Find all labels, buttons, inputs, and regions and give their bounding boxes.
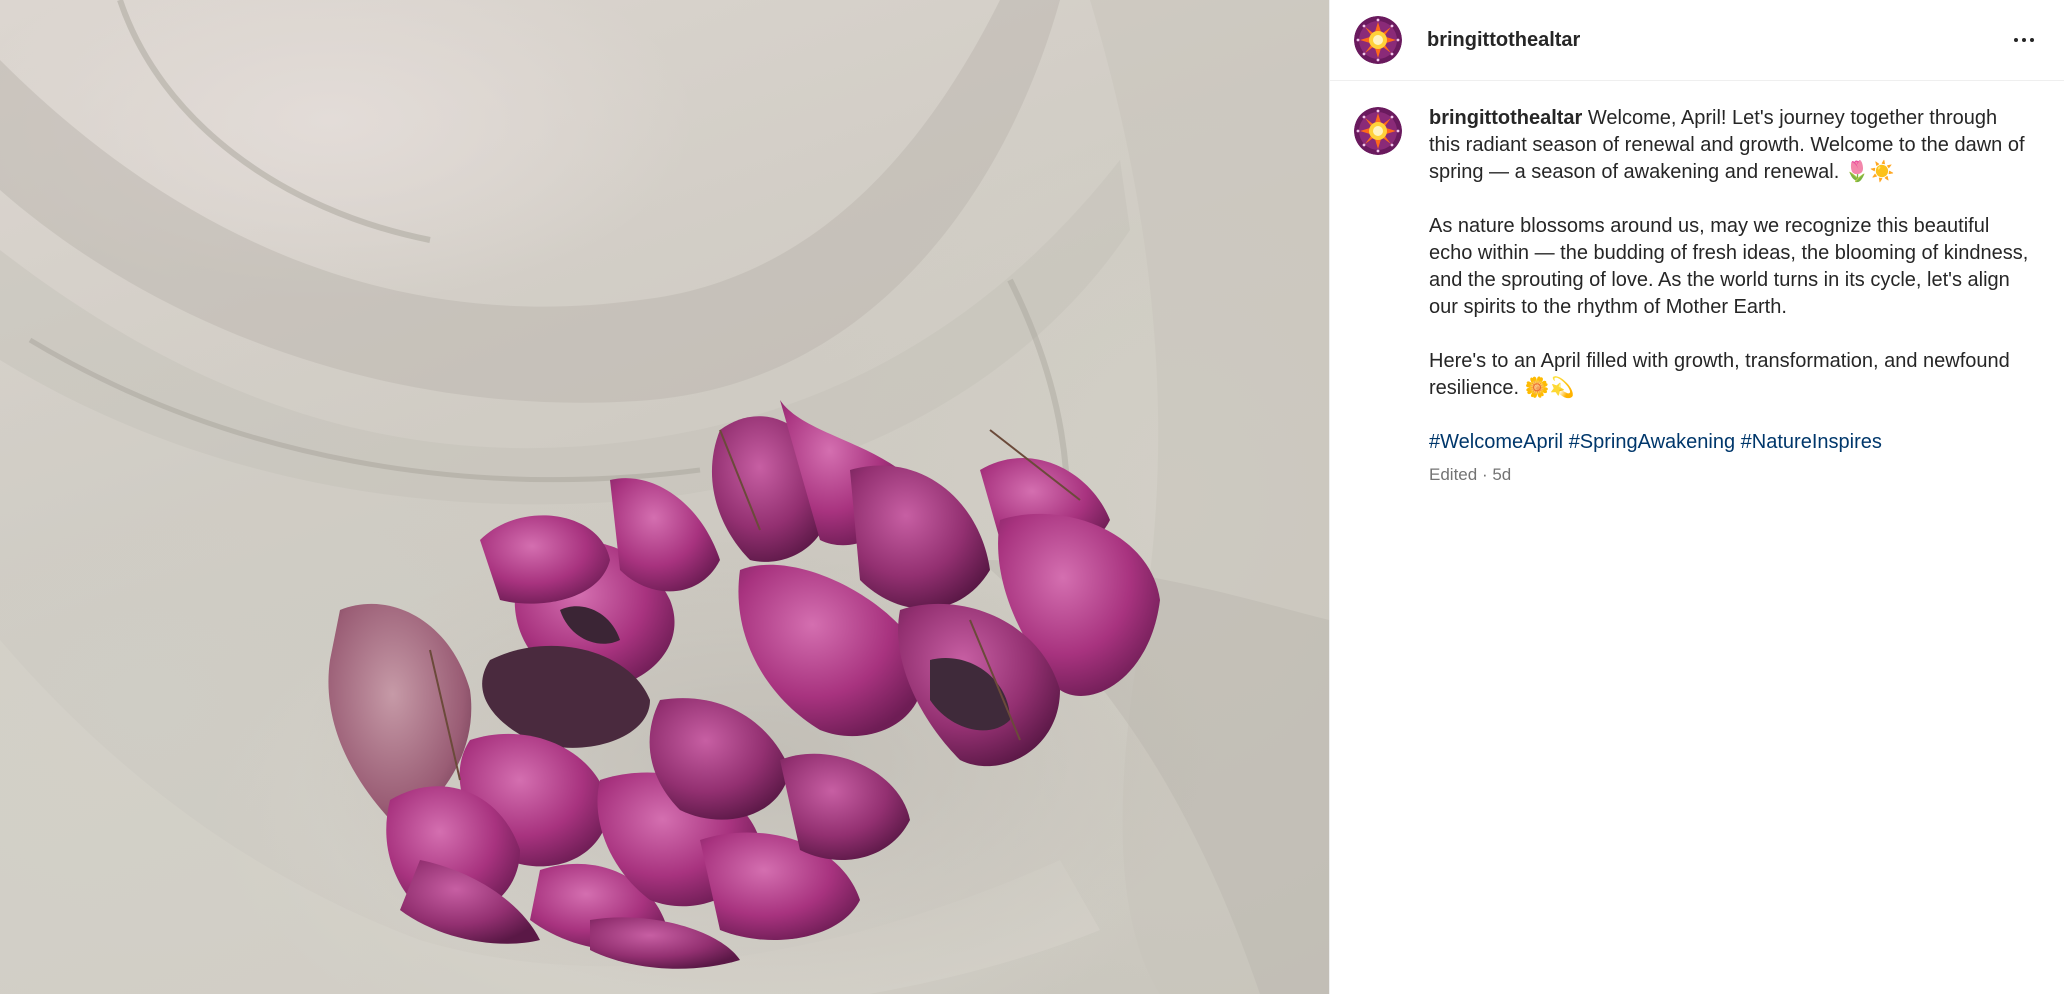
- post-view: bringittothealtar bringittothealtar Welc…: [0, 0, 2064, 994]
- post-meta: Edited · 5d: [1429, 464, 2033, 486]
- hashtag-link[interactable]: #NatureInspires: [1741, 431, 1882, 453]
- hashtag-list: #WelcomeApril #SpringAwakening #NatureIn…: [1429, 429, 2033, 456]
- stone-hand-with-petals-image: [0, 0, 1329, 994]
- hashtag-link[interactable]: #WelcomeApril: [1429, 431, 1563, 453]
- edited-label: Edited: [1429, 465, 1478, 484]
- caption-username[interactable]: bringittothealtar: [1429, 107, 1582, 129]
- more-options-button[interactable]: [2006, 22, 2042, 58]
- caption-paragraph: bringittothealtar Welcome, April! Let's …: [1429, 105, 2033, 186]
- post-photo[interactable]: [0, 0, 1329, 994]
- caption-paragraph: Here's to an April filled with growth, t…: [1429, 350, 2010, 399]
- sun-logo-icon: [1354, 107, 1402, 155]
- caption-comment: bringittothealtar Welcome, April! Let's …: [1330, 81, 2064, 486]
- caption-avatar[interactable]: [1354, 107, 1402, 155]
- post-details-panel: bringittothealtar bringittothealtar Welc…: [1329, 0, 2064, 994]
- avatar[interactable]: [1354, 16, 1402, 64]
- caption-text: bringittothealtar Welcome, April! Let's …: [1429, 105, 2033, 486]
- more-horizontal-icon: [2014, 38, 2018, 42]
- header-username[interactable]: bringittothealtar: [1427, 29, 2006, 52]
- caption-paragraph: As nature blossoms around us, may we rec…: [1429, 215, 2029, 318]
- post-header: bringittothealtar: [1330, 0, 2064, 81]
- post-age[interactable]: 5d: [1492, 465, 1511, 484]
- sun-logo-icon: [1354, 16, 1402, 64]
- hashtag-link[interactable]: #SpringAwakening: [1569, 431, 1735, 453]
- meta-separator: ·: [1481, 465, 1488, 484]
